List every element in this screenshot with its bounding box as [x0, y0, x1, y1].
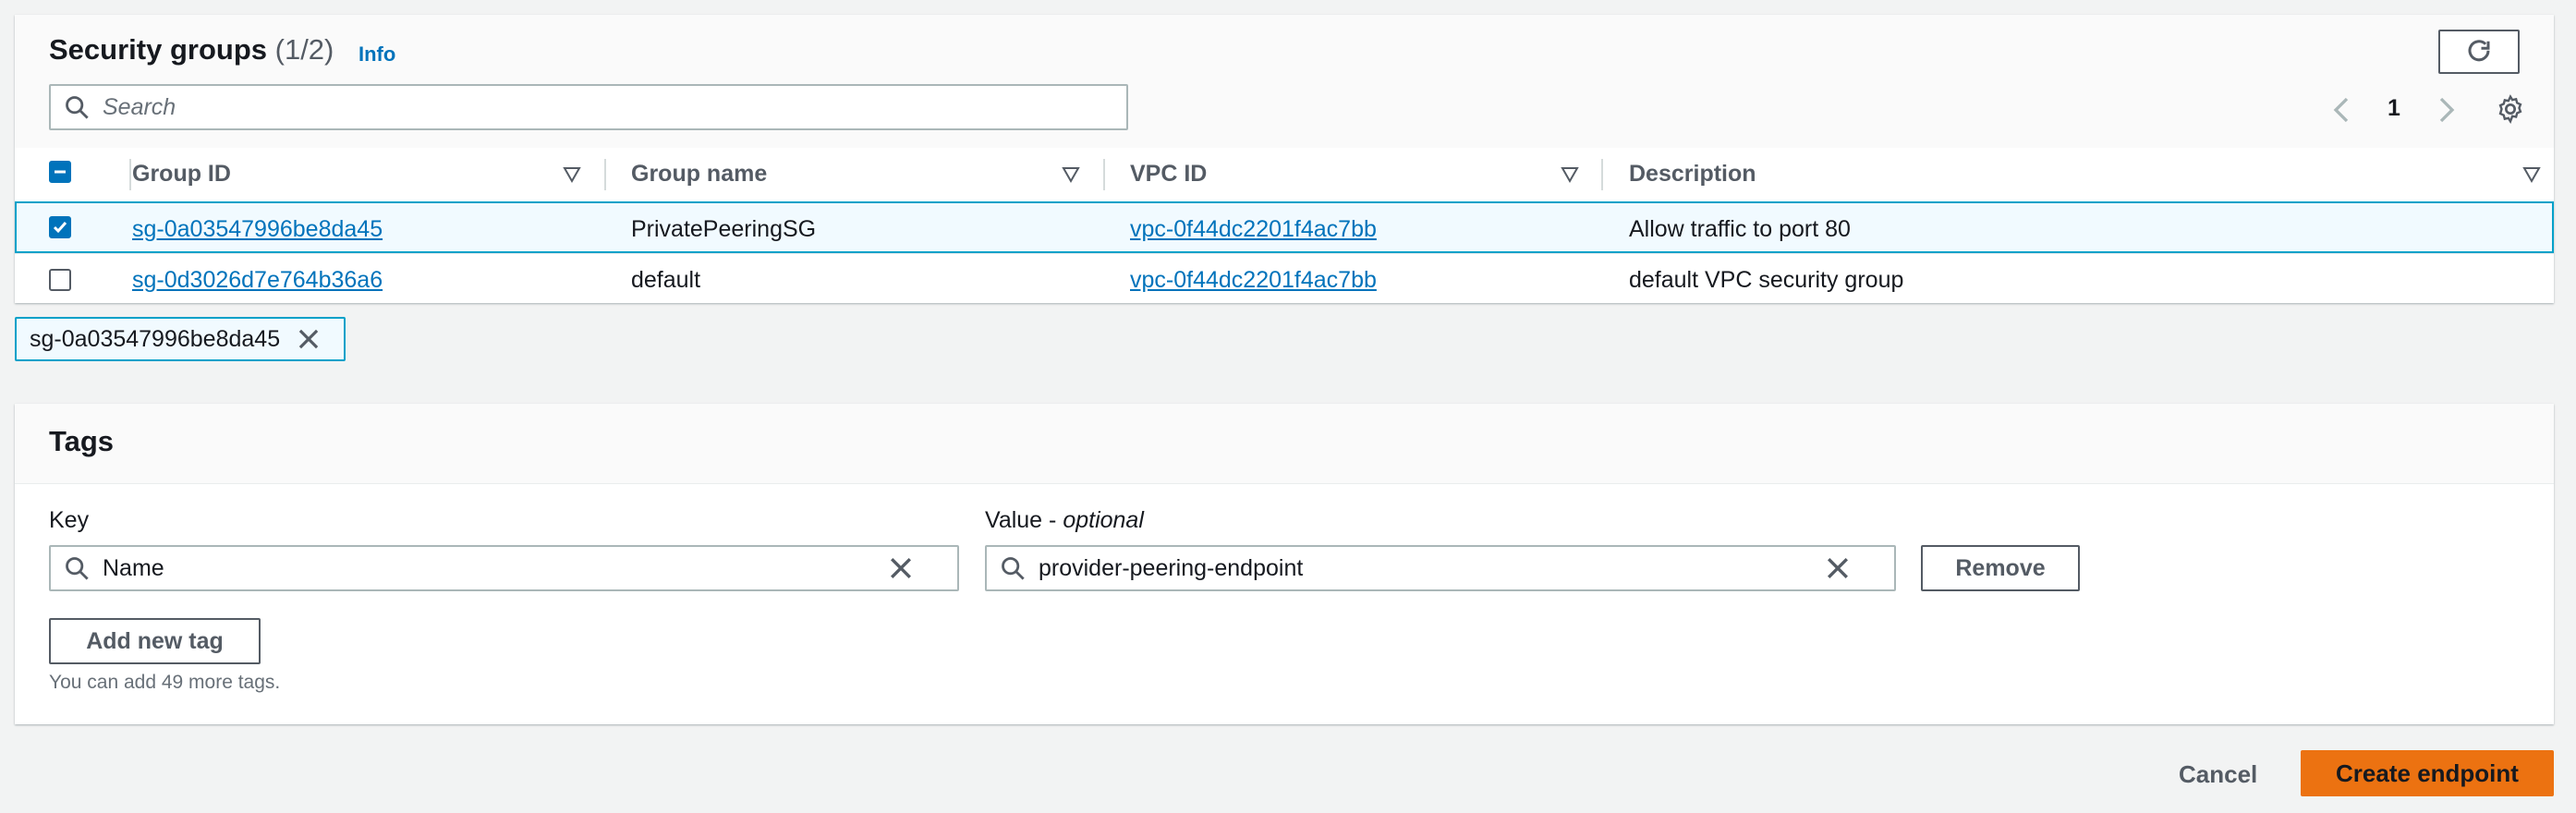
vpc-id-link[interactable]: vpc-0f44dc2201f4ac7bb — [1130, 203, 1377, 255]
clear-icon[interactable] — [888, 555, 914, 581]
tags-remaining-hint: You can add 49 more tags. — [49, 672, 281, 693]
column-header-vpc-id[interactable]: VPC ID — [1130, 161, 1207, 192]
remove-token-icon[interactable] — [297, 327, 321, 351]
cancel-button[interactable]: Cancel — [2179, 760, 2257, 789]
refresh-button[interactable] — [2438, 30, 2520, 74]
column-header-group-name[interactable]: Group name — [631, 161, 767, 192]
page-number[interactable]: 1 — [2388, 95, 2400, 122]
column-separator — [604, 159, 606, 190]
search-icon — [64, 94, 90, 120]
tags-title: Tags — [49, 425, 115, 457]
security-groups-title: Security groups (1/2) — [49, 33, 334, 66]
group-id-link[interactable]: sg-0d3026d7e764b36a6 — [132, 254, 383, 306]
column-separator — [1601, 159, 1603, 190]
row-checkbox[interactable] — [49, 269, 71, 291]
search-field[interactable] — [49, 84, 1128, 130]
select-all-checkbox[interactable] — [49, 161, 71, 183]
remove-tag-button[interactable]: Remove — [1921, 545, 2080, 591]
security-groups-count: (1/2) — [274, 33, 334, 66]
tag-value-input[interactable] — [1039, 547, 1825, 589]
description: default VPC security group — [1629, 267, 1904, 293]
sort-icon[interactable] — [563, 165, 581, 184]
vpc-id-link[interactable]: vpc-0f44dc2201f4ac7bb — [1130, 254, 1377, 306]
security-groups-panel: Security groups (1/2) Info 1 — [15, 15, 2554, 303]
key-label: Key — [49, 507, 90, 533]
previous-page-icon[interactable] — [2332, 96, 2351, 124]
group-name: PrivatePeeringSG — [631, 216, 817, 242]
create-endpoint-button[interactable]: Create endpoint — [2301, 750, 2554, 796]
next-page-icon[interactable] — [2437, 96, 2456, 124]
tags-panel: Tags Key Value - optional Remove Add new… — [15, 404, 2554, 724]
tag-key-field[interactable] — [49, 545, 959, 591]
add-new-tag-button[interactable]: Add new tag — [49, 618, 261, 664]
sort-icon[interactable] — [2522, 165, 2541, 184]
sort-icon[interactable] — [1062, 165, 1080, 184]
table-row[interactable]: sg-0a03547996be8da45 PrivatePeeringSG vp… — [15, 201, 2554, 253]
column-separator — [1103, 159, 1105, 190]
group-name: default — [631, 267, 701, 293]
group-id-link[interactable]: sg-0a03547996be8da45 — [132, 203, 383, 255]
column-header-description[interactable]: Description — [1629, 161, 1756, 192]
selected-security-group-token: sg-0a03547996be8da45 — [15, 317, 346, 361]
row-checkbox[interactable] — [49, 216, 71, 238]
description: Allow traffic to port 80 — [1629, 216, 1851, 242]
refresh-icon — [2465, 38, 2493, 66]
search-input[interactable] — [103, 86, 1100, 128]
value-label: Value - optional — [985, 507, 1144, 533]
info-link[interactable]: Info — [358, 42, 395, 67]
clear-icon[interactable] — [1825, 555, 1851, 581]
search-icon — [64, 555, 90, 581]
search-icon — [1000, 555, 1026, 581]
settings-gear-icon[interactable] — [2496, 94, 2525, 124]
column-header-group-id[interactable]: Group ID — [132, 161, 231, 192]
token-label: sg-0a03547996be8da45 — [30, 325, 281, 352]
tag-value-field[interactable] — [985, 545, 1896, 591]
sort-icon[interactable] — [1561, 165, 1579, 184]
table-row[interactable]: sg-0d3026d7e764b36a6 default vpc-0f44dc2… — [15, 253, 2554, 305]
tag-key-input[interactable] — [103, 547, 888, 589]
security-groups-header: Security groups (1/2) Info 1 — [15, 15, 2554, 190]
tags-header: Tags — [15, 404, 2554, 484]
column-separator — [129, 159, 131, 190]
